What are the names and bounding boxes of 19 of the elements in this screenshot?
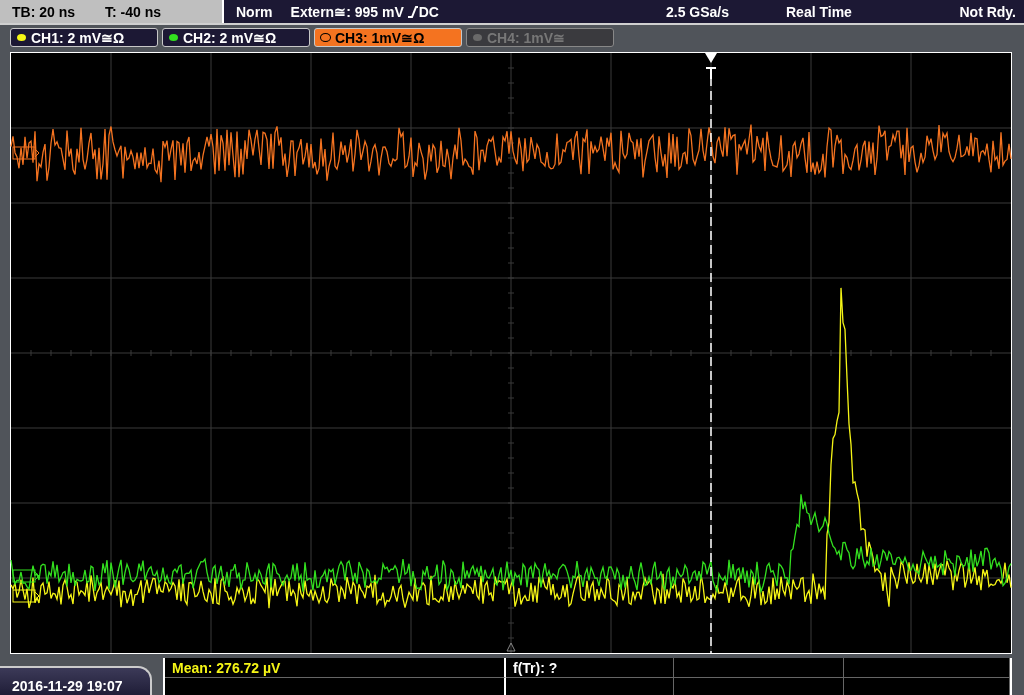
- channel-tab[interactable]: CH1: 2 mV≅Ω: [10, 28, 158, 47]
- rising-edge-icon: [407, 5, 418, 18]
- measurement-value: Mean: 276.72 µV: [172, 659, 281, 676]
- trigger-source-label: Extern≅: 995 mV: [290, 3, 404, 20]
- channel-tab[interactable]: CH2: 2 mV≅Ω: [162, 28, 310, 47]
- timebase-label: TB: 20 ns: [12, 3, 75, 20]
- time-offset-icon: [506, 642, 516, 652]
- date-time-label: 2016-11-29 19:07: [0, 666, 152, 695]
- acquisition-state-label: Not Rdy.: [958, 3, 1017, 20]
- channel-marker-icon: [12, 589, 40, 603]
- channel-marker-icon: [12, 569, 40, 583]
- measurement-value: f(Tr): ?: [513, 659, 558, 676]
- trigger-mode-label: Norm: [236, 3, 273, 20]
- trigger-time-label: T: -40 ns: [105, 3, 162, 20]
- acquisition-mode-label: Real Time: [786, 3, 853, 20]
- channel-marker-icon: [12, 146, 40, 160]
- channel-tab[interactable]: CH3: 1mV≅Ω: [314, 28, 462, 47]
- coupling-label: DC: [418, 3, 439, 20]
- sample-rate-label: 2.5 GSa/s: [666, 3, 731, 20]
